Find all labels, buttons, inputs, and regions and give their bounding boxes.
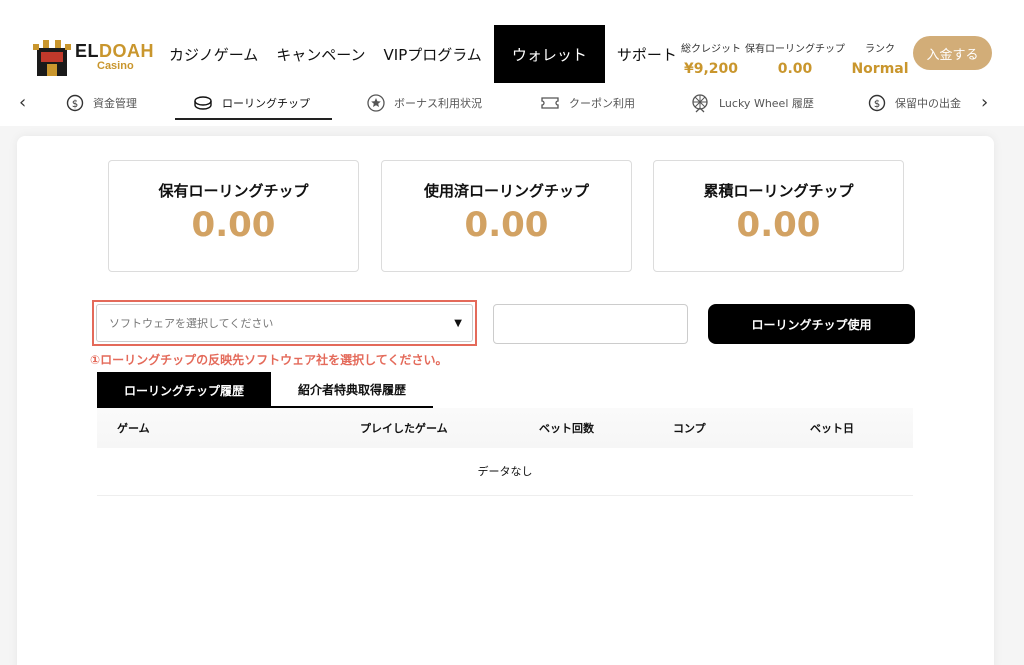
ticket-icon: [541, 97, 559, 109]
brand-subtitle: Casino: [97, 60, 134, 72]
header: ELDOAH Casino カジノゲーム キャンペーン VIPプログラム ウォレ…: [0, 0, 1024, 84]
castle-logo-icon: [33, 40, 71, 76]
nav-support[interactable]: サポート: [608, 25, 686, 83]
col-comp: コンプ: [673, 422, 706, 435]
main-nav: カジノゲーム キャンペーン VIPプログラム ウォレット サポート: [160, 25, 686, 83]
use-rolling-chip-button[interactable]: ローリングチップ使用: [708, 304, 915, 344]
star-badge-icon: [367, 94, 385, 112]
rank-stat: ランク Normal: [850, 40, 910, 77]
brand-logo[interactable]: ELDOAH Casino: [33, 38, 154, 78]
nav-wallet[interactable]: ウォレット: [493, 25, 605, 83]
rank-value: Normal: [851, 61, 909, 77]
used-chips-card-value: 0.00: [464, 205, 549, 245]
rolling-chip-panel: 保有ローリングチップ 0.00 使用済ローリングチップ 0.00 累積ローリング…: [17, 136, 994, 665]
subnav-funds[interactable]: $ 資金管理: [66, 92, 137, 114]
subnav-pending-withdrawal[interactable]: $ 保留中の出金: [868, 92, 961, 114]
used-chips-card-label: 使用済ローリングチップ: [423, 182, 589, 200]
subnav-pending-withdrawal-label: 保留中の出金: [895, 97, 961, 110]
held-chips-card-label: 保有ローリングチップ: [158, 182, 309, 200]
caret-down-icon: ▼: [454, 318, 462, 329]
subnav-bonus[interactable]: ボーナス利用状況: [367, 92, 482, 114]
held-chips-stat: 保有ローリングチップ 0.00: [745, 40, 845, 77]
table-header: ゲーム プレイしたゲーム ベット回数 コンプ ベット日: [97, 408, 913, 448]
svg-text:$: $: [874, 99, 880, 110]
subnav-coupon[interactable]: クーポン利用: [540, 92, 635, 114]
subnav-lucky-wheel-label: Lucky Wheel 履歴: [719, 97, 814, 110]
cumulative-chips-card-value: 0.00: [736, 205, 821, 245]
nav-campaign[interactable]: キャンペーン: [267, 25, 374, 83]
tab-referral-history[interactable]: 紹介者特典取得履歴: [271, 372, 433, 408]
total-credit-label: 総クレジット: [681, 44, 741, 55]
dollar-icon: $: [868, 94, 886, 112]
subnav-funds-label: 資金管理: [93, 97, 137, 110]
held-chips-value: 0.00: [777, 61, 813, 77]
nav-vip-program[interactable]: VIPプログラム: [375, 25, 491, 83]
wheel-icon: [692, 94, 708, 113]
col-game: ゲーム: [117, 422, 150, 435]
subnav-lucky-wheel[interactable]: Lucky Wheel 履歴: [690, 92, 814, 114]
used-chips-card: 使用済ローリングチップ 0.00: [381, 160, 632, 272]
held-chips-label: 保有ローリングチップ: [745, 44, 845, 55]
software-select-highlight: ソフトウェアを選択してください ▼: [92, 300, 477, 346]
held-chips-card-value: 0.00: [191, 205, 276, 245]
col-bet-count: ベット回数: [539, 422, 594, 435]
rank-label: ランク: [865, 44, 895, 55]
wallet-subnav: ‹ $ 資金管理 ローリングチップ ボーナス利用状況 クーポン利用 Lucky …: [0, 84, 1024, 126]
total-credit-value: ¥9,200: [683, 61, 739, 77]
held-chips-card: 保有ローリングチップ 0.00: [108, 160, 359, 272]
brand-name: ELDOAH: [75, 41, 155, 61]
active-subnav-indicator: [175, 118, 332, 120]
empty-table-message: データなし: [97, 448, 913, 496]
software-warning: ①ローリングチップの反映先ソフトウェア社を選択してください。: [90, 353, 448, 367]
col-played-game: プレイしたゲーム: [360, 422, 448, 435]
coin-stack-icon: [194, 96, 212, 110]
col-bet-date: ベット日: [810, 422, 854, 435]
cumulative-chips-card: 累積ローリングチップ 0.00: [653, 160, 904, 272]
software-select-placeholder: ソフトウェアを選択してください: [109, 317, 274, 330]
subnav-bonus-label: ボーナス利用状況: [394, 97, 482, 110]
svg-text:$: $: [72, 99, 78, 110]
software-select[interactable]: ソフトウェアを選択してください ▼: [96, 304, 473, 342]
subnav-rolling-chip[interactable]: ローリングチップ: [193, 92, 310, 114]
chevron-right-icon[interactable]: ›: [981, 92, 988, 113]
cumulative-chips-card-label: 累積ローリングチップ: [703, 182, 854, 200]
nav-casino-games[interactable]: カジノゲーム: [160, 25, 267, 83]
subnav-rolling-chip-label: ローリングチップ: [222, 97, 310, 110]
dollar-icon: $: [66, 94, 84, 112]
subnav-coupon-label: クーポン利用: [569, 97, 635, 110]
chevron-left-icon[interactable]: ‹: [19, 92, 26, 113]
total-credit-stat: 総クレジット ¥9,200: [680, 40, 742, 77]
tab-rolling-chip-history[interactable]: ローリングチップ履歴: [97, 372, 271, 408]
deposit-button[interactable]: 入金する: [913, 36, 992, 70]
amount-input[interactable]: [493, 304, 688, 344]
